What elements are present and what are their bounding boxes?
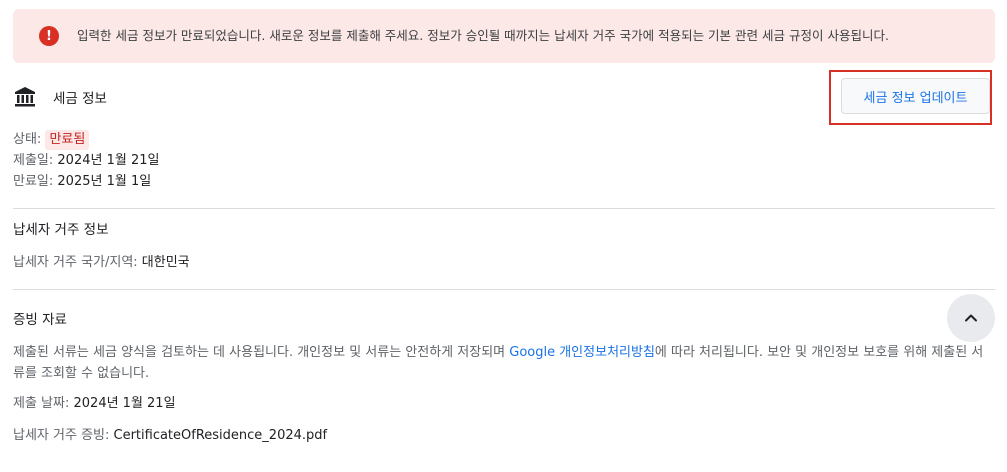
residence-country-value: 대한민국 bbox=[141, 255, 190, 270]
expiry-date-row: 만료일: 2025년 1월 1일 bbox=[13, 172, 151, 192]
error-icon: ! bbox=[39, 26, 59, 46]
residence-country-row: 납세자 거주 국가/지역: 대한민국 bbox=[13, 253, 190, 273]
alert-message: 입력한 세금 정보가 만료되었습니다. 새로운 정보를 제출해 주세요. 정보가… bbox=[77, 28, 889, 43]
scroll-to-top-button[interactable] bbox=[947, 294, 995, 342]
description-text: 제출된 서류는 세금 양식을 검토하는 데 사용됩니다. 개인정보 및 서류는 … bbox=[13, 345, 510, 360]
submitted-label: 제출일: bbox=[13, 153, 58, 168]
divider bbox=[13, 208, 995, 209]
documents-submitted-row: 제출 날짜: 2024년 1월 21일 bbox=[13, 394, 176, 414]
submitted-date-row: 제출일: 2024년 1월 21일 bbox=[13, 151, 159, 171]
documents-submitted-label: 제출 날짜: bbox=[13, 396, 74, 411]
tax-info-title: 세금 정보 bbox=[53, 91, 107, 107]
submitted-value: 2024년 1월 21일 bbox=[57, 153, 160, 168]
expires-label: 만료일: bbox=[13, 174, 58, 189]
privacy-policy-link[interactable]: Google 개인정보처리방침 bbox=[509, 345, 655, 360]
residence-title: 납세자 거주 정보 bbox=[13, 222, 109, 238]
documents-title: 증빙 자료 bbox=[13, 312, 67, 328]
bank-icon bbox=[15, 87, 35, 107]
divider bbox=[13, 289, 995, 290]
status-label: 상태: bbox=[13, 132, 46, 147]
tax-info-header: 세금 정보 bbox=[13, 83, 107, 111]
documents-submitted-value: 2024년 1월 21일 bbox=[73, 396, 176, 411]
residence-proof-label: 납세자 거주 증빙: bbox=[13, 428, 114, 443]
expires-value: 2025년 1월 1일 bbox=[57, 174, 152, 189]
residence-country-label: 납세자 거주 국가/지역: bbox=[13, 255, 142, 270]
expired-alert-banner: ! 입력한 세금 정보가 만료되었습니다. 새로운 정보를 제출해 주세요. 정… bbox=[13, 9, 995, 63]
status-badge: 만료됨 bbox=[45, 130, 90, 150]
documents-description: 제출된 서류는 세금 양식을 검토하는 데 사용됩니다. 개인정보 및 서류는 … bbox=[13, 342, 988, 384]
residence-proof-file: CertificateOfResidence_2024.pdf bbox=[113, 428, 328, 443]
chevron-up-icon bbox=[965, 314, 977, 322]
residence-proof-row: 납세자 거주 증빙: CertificateOfResidence_2024.p… bbox=[13, 426, 327, 446]
update-tax-info-button[interactable]: 세금 정보 업데이트 bbox=[841, 78, 990, 114]
status-row: 상태: 만료됨 bbox=[13, 130, 90, 150]
